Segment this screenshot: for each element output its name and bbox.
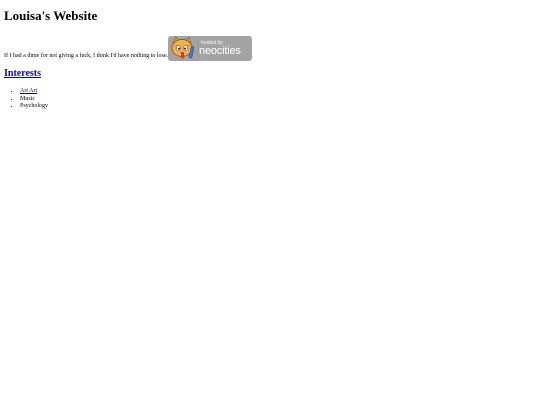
hosted-by-neocities-badge[interactable]: hosted by neocities [168,36,253,61]
list-item-music: Music [20,96,48,104]
intro-text: If I had a dime for not giving a fuck, I… [4,53,169,59]
badge-neocities-label: neocities [199,45,241,57]
interest-label-music: Music [20,95,35,102]
interests-heading-link[interactable]: Interests [4,68,41,79]
interest-label-psychology: Psychology [20,103,49,109]
interest-link-art[interactable]: Art Art [20,88,37,94]
intro-paragraph: If I had a dime for not giving a fuck, I… [4,33,253,61]
interests-list: Art Art Music Psychology [0,88,48,111]
page-title: Louisa's Website [4,8,98,23]
page: Louisa's Website If I had a dime for not… [0,0,540,405]
list-item-psychology: Psychology [20,103,48,111]
interests-heading: Interests [4,67,41,80]
list-item-art: Art Art [20,88,48,96]
